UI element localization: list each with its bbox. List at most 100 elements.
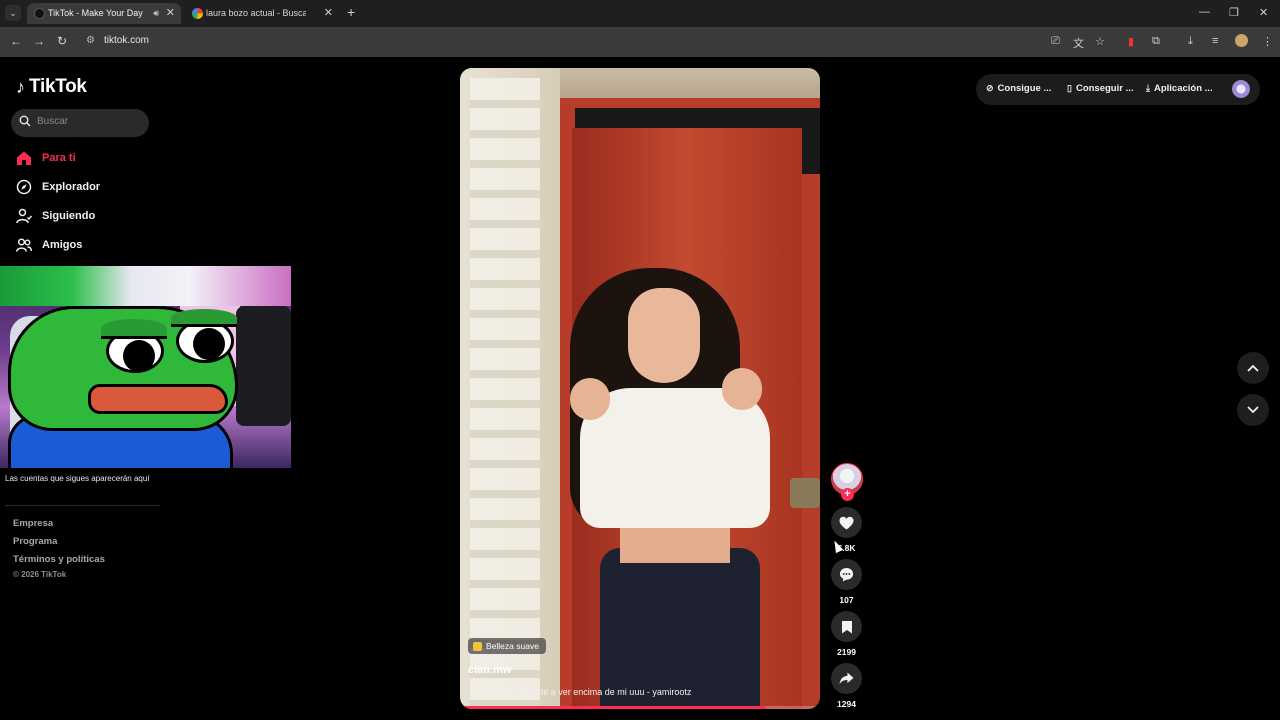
nav-label: Amigos — [42, 239, 83, 251]
browser-tabstrip: ⌄ TikTok - Make Your Day 🔊︎ ✕ laura bozo… — [0, 0, 1280, 27]
frog-pupil — [123, 340, 155, 372]
back-icon[interactable]: ← — [10, 34, 22, 48]
effect-badge[interactable]: Belleza suave — [468, 638, 546, 654]
media-control-icon[interactable]: ≡ — [1212, 35, 1218, 47]
google-favicon-icon — [192, 8, 203, 19]
video-person-waist — [620, 523, 730, 563]
footer-link-empresa[interactable]: Empresa — [13, 518, 53, 529]
nav-label: Para ti — [42, 152, 76, 164]
comment-button[interactable] — [831, 559, 862, 590]
brand-name: TikTok — [29, 76, 87, 97]
extensions-icon[interactable]: ⧉ — [1152, 35, 1160, 48]
music-title: Quisiera volverte a ver encima de mi uuu… — [480, 687, 692, 697]
search-icon — [19, 115, 31, 127]
save-button[interactable] — [831, 611, 862, 642]
sidebar-divider — [5, 505, 160, 506]
tiktok-page: ♪ TikTok Para ti Explorador Siguiendo — [0, 57, 1280, 720]
video-progress-fill — [460, 706, 766, 709]
copyright: © 2026 TikTok — [13, 570, 67, 579]
user-follow-icon — [16, 208, 32, 224]
friends-icon — [16, 238, 32, 252]
chevron-down-icon — [1247, 406, 1259, 414]
get-app-button[interactable]: ▯ Conseguir ... — [1067, 83, 1134, 94]
profile-avatar[interactable] — [1235, 34, 1248, 47]
get-coins-button[interactable]: ⊘ Consigue ... — [986, 83, 1051, 94]
save-count: 2199 — [837, 647, 856, 657]
like-button[interactable] — [831, 507, 862, 538]
tab-google[interactable]: laura bozo actual - Buscar con Google ✕ — [185, 3, 339, 24]
forward-icon[interactable]: → — [33, 34, 45, 48]
menu-icon[interactable]: ⋮ — [1262, 35, 1273, 48]
next-video-button[interactable] — [1237, 394, 1269, 426]
search-box[interactable] — [11, 109, 149, 137]
tiktok-note-icon: ♪ — [16, 76, 25, 97]
close-tab-icon[interactable]: ✕ — [324, 3, 333, 24]
speaker-icon[interactable]: 🔊︎ — [153, 3, 159, 24]
video-music[interactable]: ♫ Quisiera volverte a ver encima de mi u… — [468, 687, 691, 697]
tab-tiktok[interactable]: TikTok - Make Your Day 🔊︎ ✕ — [27, 3, 181, 24]
follow-plus-button[interactable]: + — [841, 488, 854, 501]
bookmark-star-icon[interactable]: ☆ — [1095, 35, 1105, 48]
live-stream-preview[interactable] — [0, 266, 291, 468]
frog-pupil — [193, 328, 225, 360]
following-note: Las cuentas que sigues aparecerán aquí — [5, 474, 150, 483]
video-door-latch — [790, 478, 820, 508]
close-window-button[interactable]: ✕ — [1259, 6, 1268, 19]
stream-background — [0, 266, 291, 306]
user-avatar[interactable] — [1232, 80, 1250, 98]
compass-icon — [16, 179, 32, 195]
restore-button[interactable]: ❐ — [1229, 6, 1239, 19]
footer-link-terminos[interactable]: Términos y políticas — [13, 554, 105, 565]
chevron-up-icon — [1247, 364, 1259, 372]
nav-item-amigos[interactable]: Amigos — [16, 234, 82, 256]
install-app-icon[interactable]: ⎚ — [1051, 35, 1060, 48]
desktop-app-button[interactable]: ⤓ Aplicación ... — [1146, 83, 1213, 94]
tab-title: laura bozo actual - Buscar con Google — [206, 8, 306, 18]
site-info-icon[interactable]: ⚙︎ — [86, 35, 95, 46]
creator-avatar[interactable]: + — [831, 463, 863, 501]
video-person-face — [628, 288, 700, 383]
heart-icon — [839, 516, 854, 530]
home-icon — [17, 151, 31, 165]
microphone-icon — [236, 306, 291, 426]
frog-lid — [171, 309, 237, 327]
close-tab-icon[interactable]: ✕ — [166, 3, 175, 24]
share-button[interactable] — [831, 663, 862, 694]
nav-item-para-ti[interactable]: Para ti — [16, 147, 76, 169]
coin-icon: ⊘ — [986, 83, 994, 93]
video-player[interactable]: Belleza suave clau.mw ♫ Quisiera volvert… — [460, 68, 820, 709]
desktop-app-label: Aplicación ... — [1153, 83, 1213, 94]
video-author[interactable]: clau.mw — [468, 664, 511, 676]
comment-count: 107 — [839, 595, 854, 605]
tiktok-logo[interactable]: ♪ TikTok — [16, 75, 87, 99]
previous-video-button[interactable] — [1237, 352, 1269, 384]
tab-title: TikTok - Make Your Day — [48, 8, 143, 18]
minimize-button[interactable]: — — [1199, 6, 1210, 18]
nav-item-explorador[interactable]: Explorador — [16, 176, 100, 198]
nav-label: Explorador — [42, 181, 101, 193]
top-right-actions: ⊘ Consigue ... ▯ Conseguir ... ⤓ Aplicac… — [976, 74, 1260, 105]
reload-icon[interactable]: ↻ — [57, 34, 67, 48]
get-app-label: Conseguir ... — [1075, 83, 1134, 94]
music-note-icon: ♫ — [468, 687, 475, 697]
nav-item-siguiendo[interactable]: Siguiendo — [16, 205, 95, 227]
share-count: 1294 — [837, 699, 856, 709]
frog-lid — [101, 319, 167, 339]
effect-icon — [473, 641, 482, 651]
video-person-jeans — [600, 548, 760, 709]
translate-icon[interactable]: 文 — [1073, 35, 1084, 51]
video-curtain — [470, 78, 540, 709]
comment-icon — [839, 567, 854, 582]
footer-link-programa[interactable]: Programa — [13, 536, 57, 547]
extension-record-icon[interactable]: ▮ — [1128, 35, 1134, 48]
new-tab-button[interactable]: + — [347, 4, 355, 20]
search-input[interactable] — [37, 116, 141, 127]
video-person-hand — [722, 368, 762, 410]
browser-toolbar: ← → ↻ ⚙︎ tiktok.com ⎚ 文 ☆ ▮ ⧉ ⤓ ≡ ⋮ — [0, 27, 1280, 57]
frog-lips — [88, 384, 228, 414]
download-icon: ⤓ — [1146, 83, 1150, 93]
video-progress-bar[interactable] — [460, 706, 820, 709]
downloads-icon[interactable]: ⤓ — [1188, 35, 1193, 48]
tab-search-icon[interactable]: ⌄ — [5, 5, 21, 21]
video-person-hand — [570, 378, 610, 420]
